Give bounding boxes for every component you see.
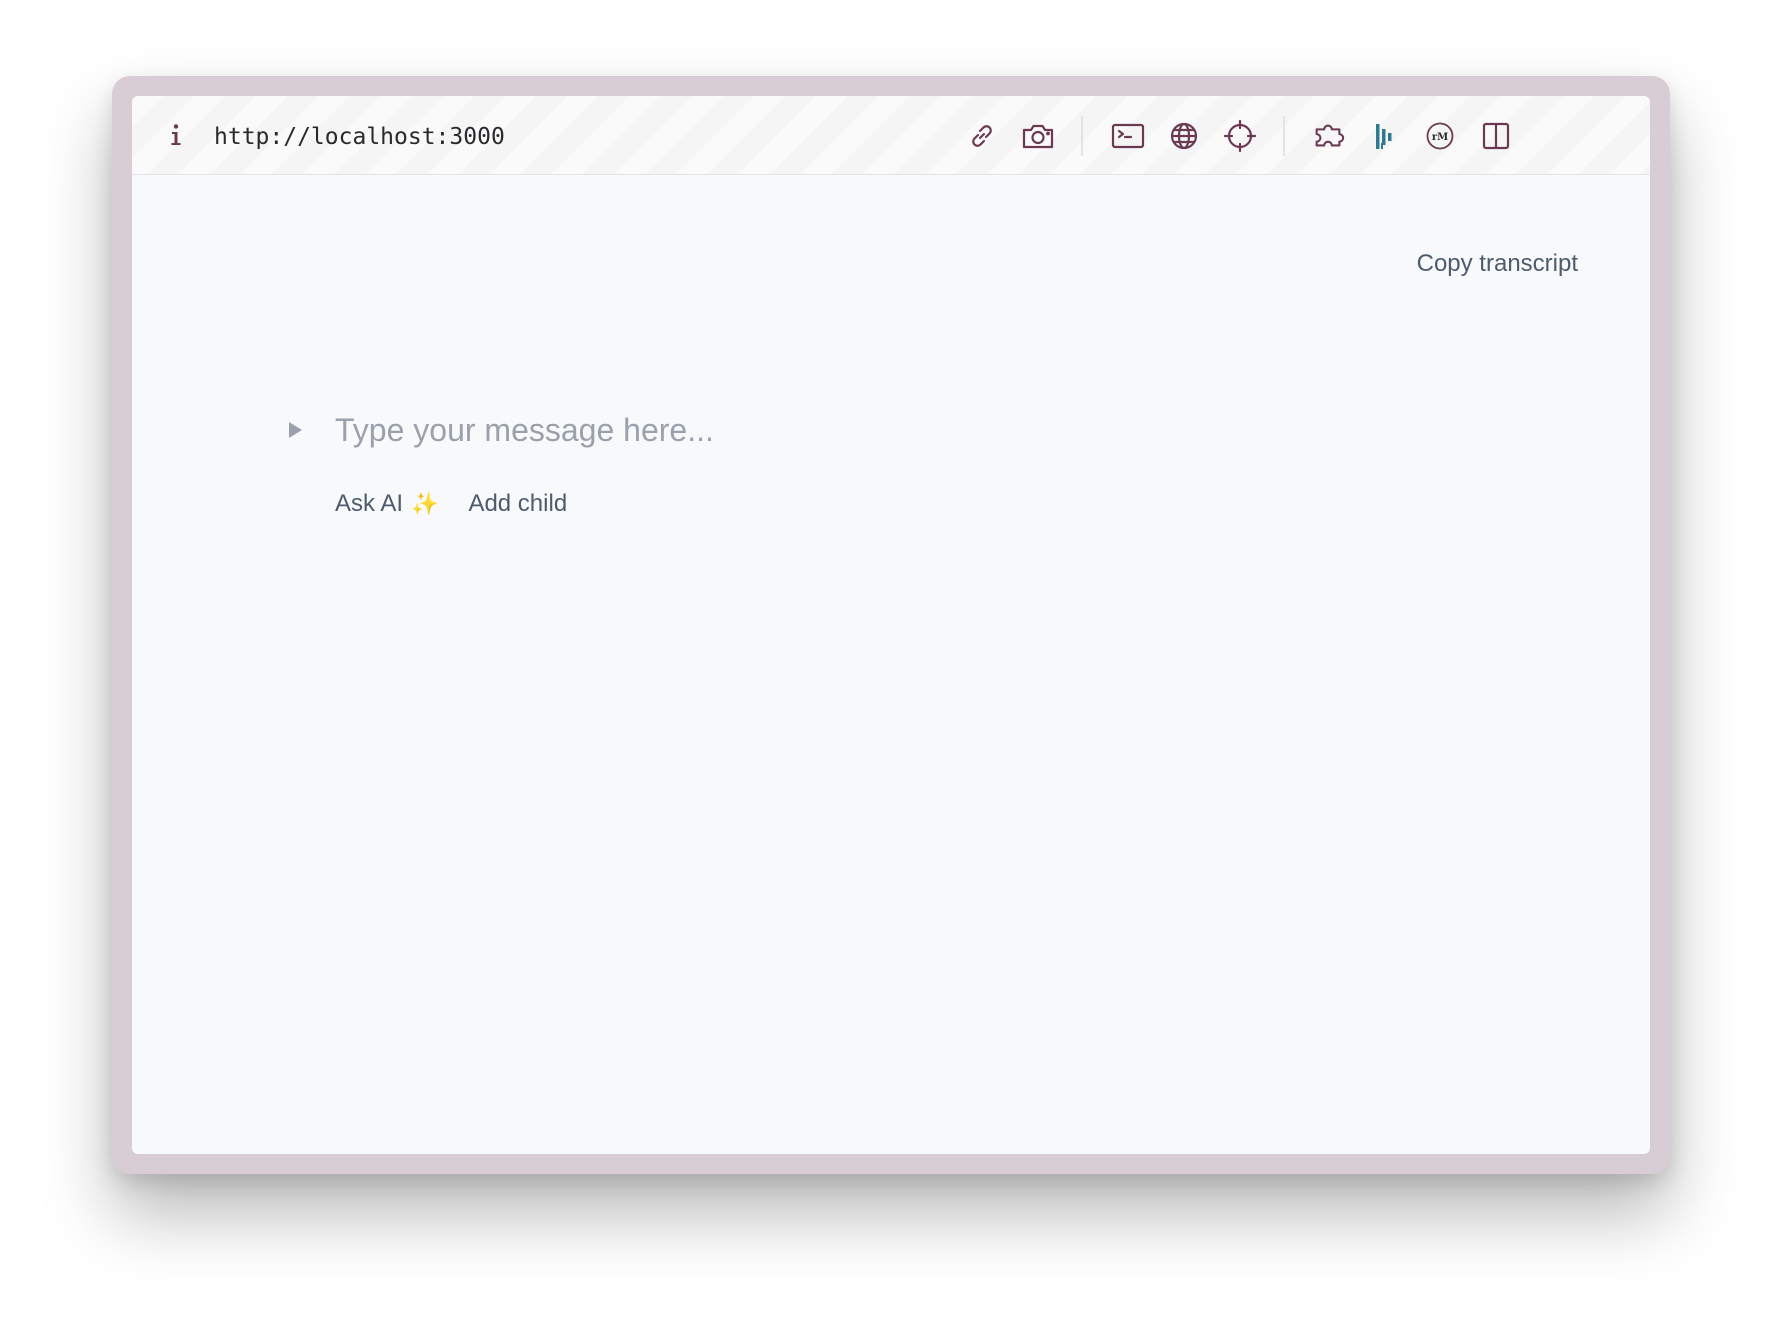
link-icon[interactable] (964, 118, 1000, 154)
message-input[interactable] (335, 411, 1035, 449)
browser-window-frame: http://localhost:3000 rM Copy transcript… (112, 76, 1670, 1174)
expand-caret-icon[interactable] (284, 419, 306, 441)
toolbar-separator (1283, 116, 1285, 156)
camera-icon[interactable] (1020, 118, 1056, 154)
browser-toolbar: http://localhost:3000 rM (132, 96, 1650, 175)
info-icon[interactable] (166, 120, 186, 150)
globe-icon[interactable] (1166, 118, 1202, 154)
puzzle-icon[interactable] (1310, 118, 1346, 154)
message-actions: Ask AI ✨ Add child (335, 490, 567, 518)
ask-ai-button[interactable]: Ask AI ✨ (335, 490, 438, 518)
copy-transcript-button[interactable]: Copy transcript (1417, 250, 1578, 278)
toolbar-separator (1081, 116, 1083, 156)
bars-logo-icon[interactable] (1366, 118, 1402, 154)
split-view-icon[interactable] (1478, 118, 1514, 154)
ask-ai-label: Ask AI (335, 490, 404, 517)
message-row (284, 408, 1035, 452)
crosshair-icon[interactable] (1222, 118, 1258, 154)
add-child-button[interactable]: Add child (468, 490, 567, 518)
rm-logo-icon[interactable]: rM (1422, 118, 1458, 154)
rm-logo-label: rM (1432, 132, 1448, 143)
url-display[interactable]: http://localhost:3000 (214, 122, 505, 152)
browser-window: http://localhost:3000 rM Copy transcript… (132, 96, 1650, 1154)
sparkle-icon: ✨ (411, 491, 439, 516)
terminal-icon[interactable] (1110, 118, 1146, 154)
